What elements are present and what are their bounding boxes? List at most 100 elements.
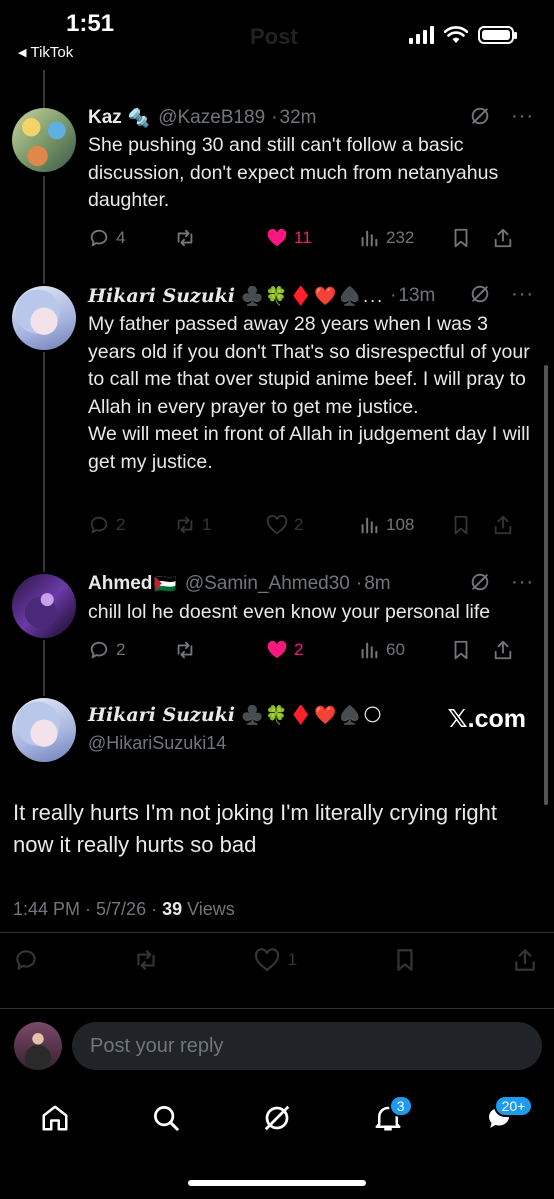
main-post-avatar[interactable] (12, 698, 76, 762)
view-count: 232 (386, 228, 415, 247)
wifi-icon (444, 26, 468, 43)
home-indicator[interactable] (188, 1180, 366, 1186)
user-handle[interactable]: @Samin_Ahmed30 (185, 573, 350, 595)
like-count: 2 (294, 640, 304, 659)
grok-icon[interactable] (469, 283, 491, 305)
main-post-text: It really hurts I'm not joking I'm liter… (13, 800, 497, 857)
dot-separator: · (390, 285, 397, 306)
user-handle[interactable]: @KazeB189 (158, 107, 265, 129)
reply-tweet[interactable]: Hikari Suzuki ♣️🍀♦️❤️♠️... · 13m ··· My … (0, 280, 554, 550)
heart-filled-icon (267, 640, 287, 659)
repost-icon (177, 229, 193, 247)
grok-icon[interactable] (469, 571, 491, 593)
views-button[interactable]: 60 (358, 639, 450, 661)
display-name[interactable]: Hikari Suzuki (88, 704, 235, 726)
bookmark-button[interactable] (450, 227, 492, 249)
share-icon[interactable] (512, 947, 538, 973)
heart-filled-icon (267, 228, 287, 247)
views-button[interactable]: 232 (358, 227, 450, 249)
more-options-icon[interactable]: ··· (511, 572, 534, 592)
cellular-signal-icon (409, 26, 434, 44)
bookmark-icon (454, 228, 468, 248)
like-count: 1 (287, 950, 298, 969)
like-button[interactable]: 2 (266, 639, 358, 661)
avatar[interactable] (12, 574, 76, 638)
repost-icon[interactable] (133, 947, 159, 973)
reply-composer: Post your reply (0, 1010, 554, 1080)
reply-icon[interactable] (13, 947, 39, 973)
repost-button[interactable]: 1 (174, 514, 266, 536)
reply-button[interactable]: 2 (88, 514, 174, 536)
avatar[interactable] (12, 286, 76, 350)
bookmark-button[interactable] (450, 514, 492, 536)
reply-tweet[interactable]: Ahmed 🇵🇸 @Samin_Ahmed30 · 8m ··· chill l… (0, 568, 554, 678)
notifications-badge: 3 (388, 1095, 413, 1117)
like-button[interactable]: 1 (254, 947, 297, 973)
display-name[interactable]: Ahmed (88, 573, 152, 595)
reply-count: 2 (116, 515, 126, 534)
nav-messages[interactable]: 20+ (474, 1093, 534, 1143)
heart-icon (254, 948, 279, 972)
display-name[interactable]: Hikari Suzuki (88, 285, 235, 307)
back-arrow-icon: ◀ (18, 47, 27, 59)
messages-badge: 20+ (493, 1095, 534, 1117)
scrollbar[interactable] (544, 365, 548, 805)
heart-icon (266, 515, 288, 535)
reply-icon (90, 641, 108, 659)
more-options-icon[interactable]: ··· (511, 284, 534, 304)
reply-input[interactable]: Post your reply (72, 1022, 542, 1070)
faded-page-title: Post (250, 24, 298, 49)
home-icon (42, 1105, 68, 1131)
like-button[interactable]: 11 (266, 227, 358, 249)
bookmark-button[interactable] (450, 639, 492, 661)
reply-tweet[interactable]: Kaz 🔩 @KazeB189 · 32m ··· She pushing 30… (0, 100, 554, 260)
my-avatar[interactable] (14, 1022, 62, 1070)
reply-placeholder: Post your reply (90, 1034, 224, 1057)
avatar[interactable] (12, 108, 76, 172)
like-button[interactable]: 2 (266, 514, 358, 536)
name-emoji: 🔩 (127, 107, 153, 128)
repost-button[interactable] (174, 639, 266, 661)
name-emoji: ♣️🍀♦️❤️♠️... (241, 285, 385, 306)
main-post-author[interactable]: Hikari Suzuki ♣️🍀♦️❤️♠️🌕 (88, 704, 384, 726)
user-handle[interactable]: @HikariSuzuki14 (88, 733, 226, 754)
tweet-header: Ahmed 🇵🇸 @Samin_Ahmed30 · 8m ··· (88, 571, 534, 597)
dot-separator: · (355, 573, 363, 594)
bookmark-icon (454, 515, 468, 535)
post-meta: 1:44 PM · 5/7/26 · 39 Views (13, 899, 235, 920)
nav-grok[interactable] (252, 1093, 302, 1143)
views-label: Views (182, 899, 235, 919)
status-bar: 1:51 ◀ TikTok Post (0, 0, 554, 70)
views-button[interactable]: 108 (358, 514, 450, 536)
repost-count: 1 (202, 515, 212, 534)
share-button[interactable] (492, 514, 514, 536)
nav-search[interactable] (141, 1093, 191, 1143)
nav-home[interactable] (30, 1093, 80, 1143)
back-app-label: TikTok (30, 44, 74, 61)
repost-button[interactable] (174, 227, 266, 249)
display-name[interactable]: Kaz (88, 107, 122, 129)
tweet-actions: 2 2 60 (88, 636, 540, 664)
share-button[interactable] (492, 227, 514, 249)
bookmark-icon[interactable] (392, 947, 418, 973)
tweet-text: chill lol he doesnt even know your perso… (88, 601, 491, 623)
reply-button[interactable]: 2 (88, 639, 174, 661)
tweet-header: Kaz 🔩 @KazeB189 · 32m ··· (88, 105, 534, 131)
share-icon (494, 228, 512, 248)
repost-icon (177, 516, 193, 534)
share-button[interactable] (492, 639, 514, 661)
tweet-header: Hikari Suzuki ♣️🍀♦️❤️♠️... · 13m ··· (88, 283, 534, 309)
search-icon (154, 1106, 179, 1131)
view-count: 60 (386, 640, 405, 659)
reply-button[interactable]: 4 (88, 227, 174, 249)
more-options-icon[interactable]: ··· (511, 106, 534, 126)
grok-icon[interactable] (469, 105, 491, 127)
main-post-actions: 1 (13, 944, 538, 976)
nav-notifications[interactable]: 3 (363, 1093, 413, 1143)
status-icons (409, 26, 517, 44)
like-count: 2 (294, 515, 304, 534)
reply-icon (90, 516, 108, 534)
reply-count: 2 (116, 640, 126, 659)
dot-separator: · (271, 107, 278, 128)
back-to-app-link[interactable]: ◀ TikTok (18, 44, 73, 61)
